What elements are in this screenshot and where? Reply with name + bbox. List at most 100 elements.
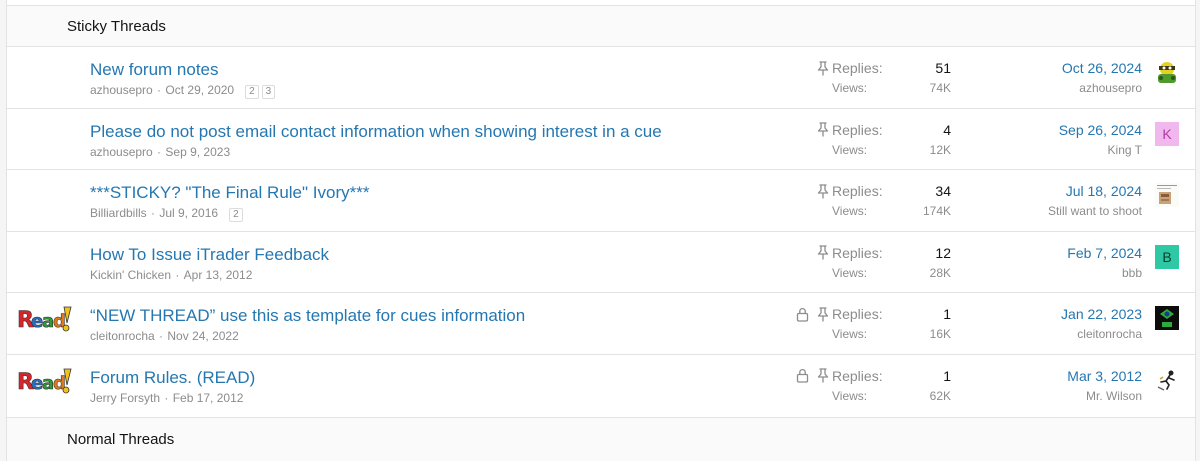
thread-starter-link[interactable]: cleitonrocha [90,329,155,343]
replies-count: 51 [935,60,951,76]
thread-row: Re a d Forum Rules. (READ) Jerry Forsyth · F… [7,355,1195,417]
last-post-date-link[interactable]: Jan 22, 2023 [1061,306,1142,322]
page-link[interactable]: 2 [245,85,259,99]
replies-count: 1 [943,306,951,322]
meta-separator: · [172,267,183,282]
last-post-date-link[interactable]: Feb 7, 2024 [1067,245,1142,261]
replies-count: 34 [935,183,951,199]
thread-meta: azhousepro · Sep 9, 2023 [90,145,230,159]
avatar[interactable]: K [1155,121,1179,146]
replies-count: 1 [943,367,951,384]
page-jump: 23 [242,83,276,99]
avatar[interactable] [1155,60,1179,84]
replies-label: Replies: [832,306,883,322]
thread-status-icons [817,245,829,261]
thread-row: ***STICKY? "The Final Rule" Ivory*** Bill… [7,170,1195,232]
last-poster-link[interactable]: bbb [1122,266,1142,280]
pin-icon [817,183,829,199]
thread-starter-link[interactable]: Jerry Forsyth [90,391,160,405]
views-label: Views: [832,142,868,157]
last-post-date-link[interactable]: Oct 26, 2024 [1062,60,1142,76]
meta-separator: · [147,206,159,220]
meta-separator: · [153,83,165,97]
last-post-date-link[interactable]: Sep 26, 2024 [1059,122,1142,138]
views-count: 16K [929,327,951,341]
meta-separator: · [161,390,172,405]
pin-icon [817,60,829,76]
thread-rows: New forum notes azhousepro · Oct 29, 2020… [7,47,1195,416]
thread-row: New forum notes azhousepro · Oct 29, 2020… [7,47,1195,109]
last-post-date-link[interactable]: Jul 18, 2024 [1066,183,1142,199]
replies-count: 12 [935,244,951,261]
views-label: Views: [832,204,868,218]
thread-starter-link[interactable]: azhousepro [90,83,153,97]
thread-meta: azhousepro · Oct 29, 2020 2 3 [90,83,276,99]
last-poster-link[interactable]: cleitonrocha [1077,327,1142,341]
thread-status-icons [796,368,829,384]
views-count: 74K [929,81,951,95]
thread-title-link[interactable]: How To Issue iTrader Feedback [90,245,329,265]
thread-start-date: Oct 29, 2020 [165,83,235,97]
avatar[interactable]: B [1155,244,1179,269]
replies-count: 4 [943,121,951,138]
meta-separator: · [155,329,167,343]
thread-start-date: Feb 17, 2012 [172,390,244,405]
read-logo-icon: Read [16,366,74,396]
thread-title-link[interactable]: “NEW THREAD” use this as template for cu… [90,306,525,326]
views-count: 28K [929,265,951,280]
meta-separator: · [153,144,165,159]
lock-icon [796,368,809,383]
replies-label: Replies: [832,60,883,76]
thread-status-icons [817,183,829,199]
replies-label: Replies: [832,244,883,261]
thread-row: How To Issue iTrader Feedback Kickin' Chi… [7,232,1195,293]
avatar[interactable] [1155,306,1179,330]
pin-icon [817,245,829,260]
last-poster-link[interactable]: King T [1108,143,1142,157]
avatar[interactable] [1155,367,1179,392]
thread-status-icons [817,60,829,76]
thread-start-date: Apr 13, 2012 [183,267,253,282]
views-count: 12K [929,142,951,157]
thread-start-date: Jul 9, 2016 [159,206,219,220]
last-post-date-link[interactable]: Mar 3, 2012 [1067,368,1142,384]
sticky-threads-header: Sticky Threads [7,6,1195,47]
views-label: Views: [832,81,868,95]
lock-icon [796,307,809,322]
thread-starter-link[interactable]: Billiardbills [90,206,147,220]
page-link[interactable]: 2 [229,208,243,222]
page-jump: 2 [226,206,243,222]
thread-row: Re a d “NEW THREAD” use this as template fo… [7,293,1195,355]
thread-row: Please do not post email contact informa… [7,109,1195,170]
thread-meta: Kickin' Chicken · Apr 13, 2012 [90,268,252,282]
thread-starter-link[interactable]: Kickin' Chicken [90,268,171,282]
thread-meta: Jerry Forsyth · Feb 17, 2012 [90,391,243,405]
views-count: 62K [929,388,951,403]
avatar[interactable] [1155,183,1179,207]
views-count: 174K [922,204,951,218]
thread-title-link[interactable]: New forum notes [90,60,219,80]
views-label: Views: [832,327,868,341]
last-poster-link[interactable]: azhousepro [1079,81,1142,95]
replies-label: Replies: [832,183,883,199]
thread-title-link[interactable]: ***STICKY? "The Final Rule" Ivory*** [90,183,369,203]
thread-meta: Billiardbills · Jul 9, 2016 2 [90,206,243,222]
thread-start-date: Sep 9, 2023 [165,144,231,159]
thread-meta: cleitonrocha · Nov 24, 2022 [90,329,239,343]
thread-start-date: Nov 24, 2022 [167,329,239,343]
thread-list: Sticky Threads New forum notes azhousepro… [6,0,1196,461]
thread-status-icons [817,122,829,138]
page-link[interactable]: 3 [261,85,276,99]
views-label: Views: [832,388,868,403]
thread-starter-link[interactable]: azhousepro [90,145,153,159]
pin-icon [817,368,829,383]
last-poster-link[interactable]: Still want to shoot [1048,204,1142,218]
thread-title-link[interactable]: Please do not post email contact informa… [90,122,662,142]
normal-threads-header: Normal Threads [7,417,1195,461]
replies-label: Replies: [832,121,883,138]
replies-label: Replies: [832,367,883,384]
thread-status-icons [796,306,829,322]
thread-title-link[interactable]: Forum Rules. (READ) [90,368,255,388]
views-label: Views: [832,265,868,280]
last-poster-link[interactable]: Mr. Wilson [1086,389,1142,403]
